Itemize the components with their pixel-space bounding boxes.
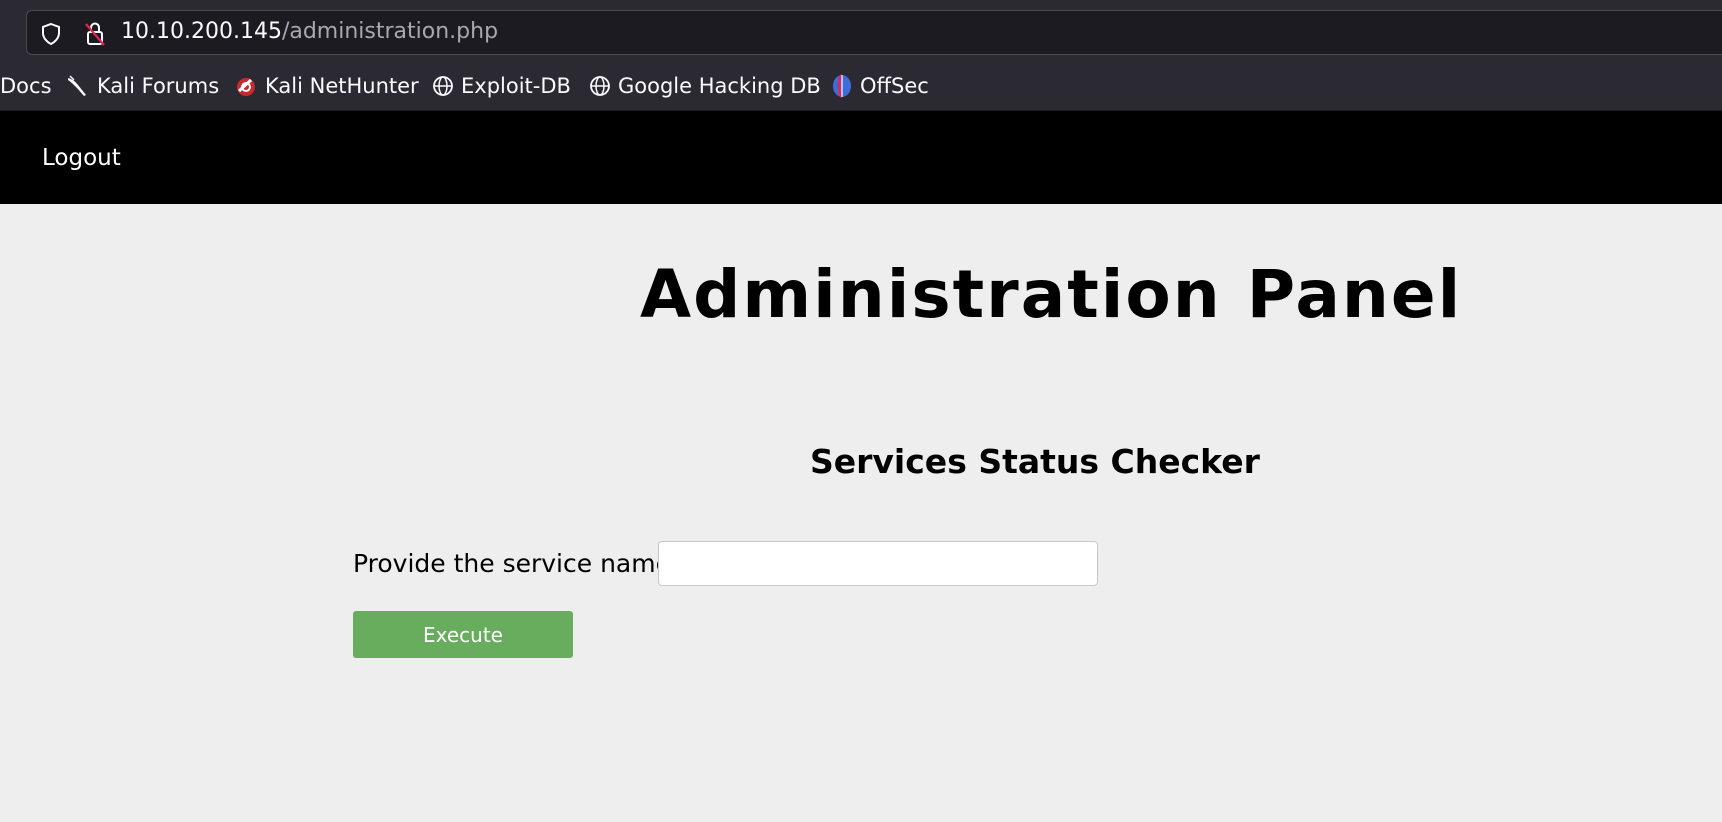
insecure-lock-icon[interactable] <box>84 21 106 47</box>
globe-icon <box>590 76 610 96</box>
globe-icon <box>433 76 453 96</box>
bookmark-exploit-db[interactable]: Exploit-DB <box>432 71 571 101</box>
section-title: Services Status Checker <box>810 442 1260 481</box>
page-title: Administration Panel <box>640 256 1463 333</box>
bookmark-label: Docs <box>0 74 52 98</box>
bookmark-kali-forums[interactable]: Kali Forums <box>66 71 219 101</box>
nethunter-icon <box>237 78 255 96</box>
execute-button[interactable]: Execute <box>353 611 573 658</box>
bookmark-google-hacking-db[interactable]: Google Hacking DB <box>589 71 821 101</box>
bookmark-docs[interactable]: Docs <box>0 71 52 101</box>
bookmark-label: Google Hacking DB <box>618 74 821 98</box>
logout-link[interactable]: Logout <box>42 142 121 174</box>
service-name-label: Provide the service name : <box>353 549 688 578</box>
url-path: /administration.php <box>281 19 499 44</box>
url-host: 10.10.200.145 <box>121 19 282 44</box>
bookmark-label: Kali NetHunter <box>265 74 419 98</box>
bookmark-label: Kali Forums <box>97 74 220 98</box>
shield-icon[interactable] <box>40 22 62 46</box>
bookmark-kali-nethunter[interactable]: Kali NetHunter <box>234 71 419 101</box>
kali-dragon-icon <box>68 75 86 96</box>
bookmark-offsec[interactable]: OffSec <box>831 71 929 101</box>
service-name-input[interactable] <box>658 541 1098 586</box>
url-text[interactable]: 10.10.200.145/administration.php <box>121 17 498 47</box>
top-navbar <box>0 111 1722 204</box>
bookmark-label: Exploit-DB <box>461 74 571 98</box>
offsec-icon <box>833 74 851 98</box>
bookmark-label: OffSec <box>860 74 929 98</box>
